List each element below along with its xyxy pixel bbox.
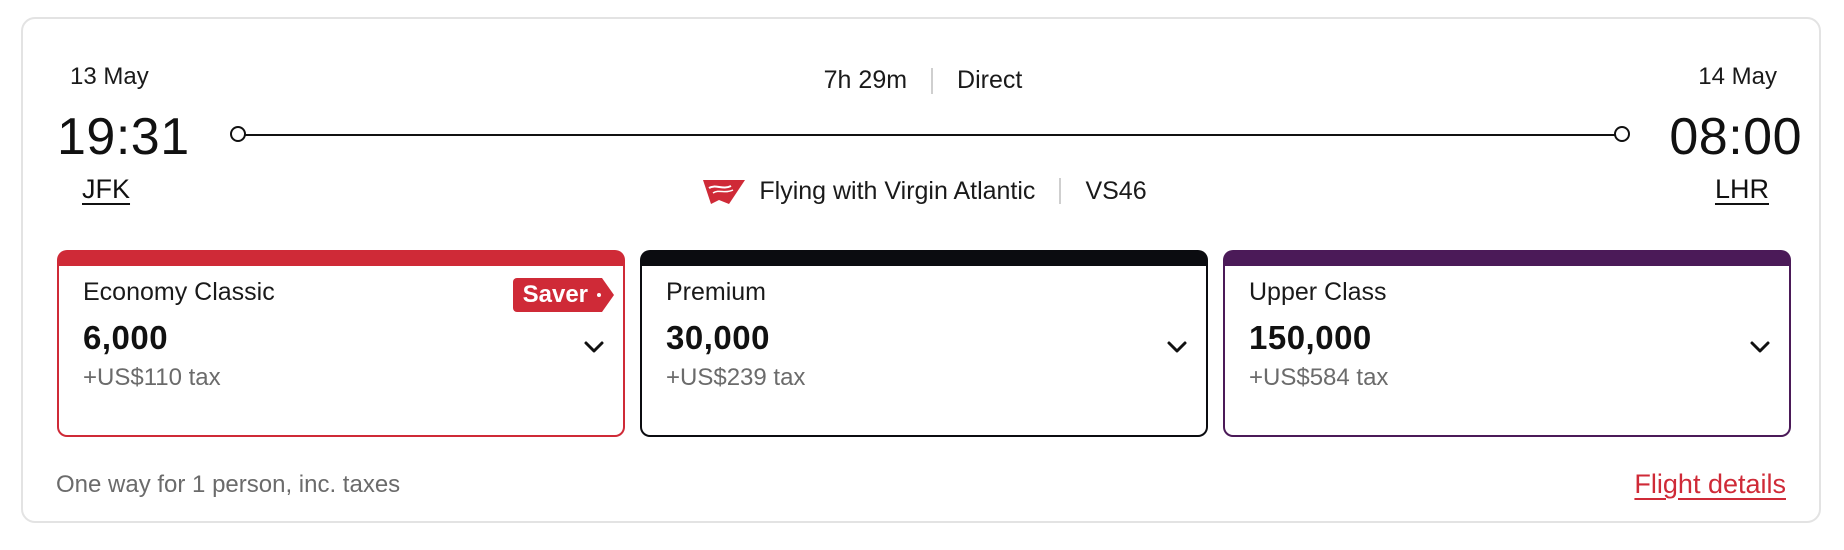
- flight-result-card: 13 May 19:31 JFK 14 May 08:00 LHR 7h 29m…: [21, 17, 1821, 523]
- chevron-down-icon[interactable]: [1166, 340, 1188, 354]
- flight-stops: Direct: [957, 66, 1023, 94]
- fare-points: 150,000: [1249, 319, 1372, 356]
- departure-time: 19:31: [57, 108, 190, 166]
- fare-cabin-name: Economy Classic: [83, 278, 275, 306]
- fare-tax: +US$584 tax: [1249, 364, 1389, 391]
- flight-number: VS46: [1085, 176, 1147, 205]
- saver-badge: Saver: [513, 278, 614, 312]
- divider: [1059, 178, 1062, 204]
- fare-card-economy-classic[interactable]: Economy Classic Saver 6,000 +US$110 tax: [57, 250, 625, 437]
- carrier-info: Flying with Virgin Atlantic VS46: [23, 174, 1823, 208]
- operated-by-label: Flying with Virgin Atlantic: [759, 176, 1036, 205]
- fare-card-upper-class[interactable]: Upper Class 150,000 +US$584 tax: [1223, 250, 1791, 437]
- fare-points: 6,000: [83, 319, 169, 356]
- origin-dot-icon: [230, 126, 246, 142]
- fare-tax: +US$110 tax: [83, 364, 221, 391]
- fare-cabin-name: Upper Class: [1249, 278, 1387, 306]
- route-line: [238, 134, 1622, 136]
- chevron-down-icon[interactable]: [583, 340, 605, 354]
- arrival-time: 08:00: [1669, 108, 1802, 166]
- flight-summary: 7h 29m Direct: [23, 66, 1823, 95]
- divider: [931, 68, 934, 95]
- destination-dot-icon: [1614, 126, 1630, 142]
- fare-card-premium[interactable]: Premium 30,000 +US$239 tax: [640, 250, 1208, 437]
- flight-details-link[interactable]: Flight details: [1634, 469, 1786, 500]
- fare-tax: +US$239 tax: [666, 364, 806, 391]
- virgin-atlantic-logo-icon: [699, 174, 747, 208]
- fare-footnote: One way for 1 person, inc. taxes: [56, 471, 401, 498]
- fare-cabin-name: Premium: [666, 278, 767, 306]
- fare-points: 30,000: [666, 319, 770, 356]
- chevron-down-icon[interactable]: [1749, 340, 1771, 354]
- flight-duration: 7h 29m: [823, 66, 908, 94]
